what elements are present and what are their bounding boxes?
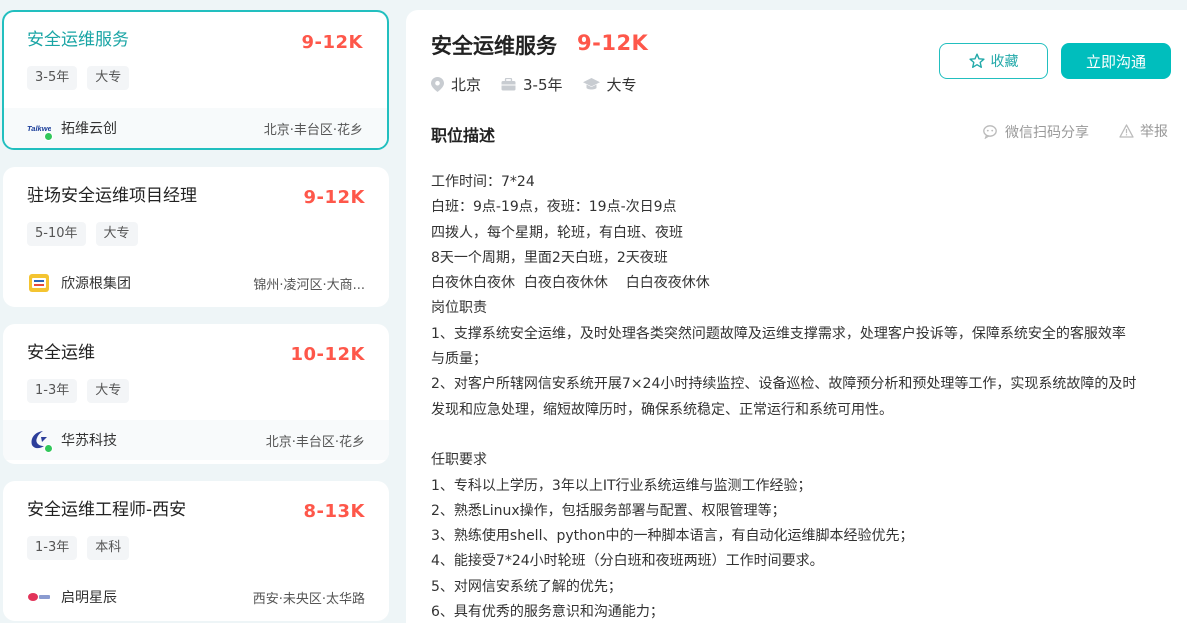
job-tags: 5-10年 大专	[27, 222, 365, 246]
tag-degree: 大专	[87, 379, 130, 403]
description-line: 四拨人，每个星期，轮班，有白班、夜班	[431, 224, 683, 241]
company-row[interactable]: 欣源根集团 锦州·凌河区·大商...	[3, 263, 389, 303]
graduation-cap-icon	[582, 78, 600, 90]
job-list: 安全运维服务 9-12K 3-5年 大专 Talkweb 拓维云创 北京·丰台区…	[0, 0, 394, 623]
description-line: 2、熟悉Linux操作，包括服务部署与配置、权限管理等；	[431, 502, 786, 519]
company-name[interactable]: 启明星辰	[61, 587, 117, 607]
company-name[interactable]: 拓维云创	[61, 118, 117, 138]
company-logo: Talkweb	[27, 117, 53, 141]
job-card-header: 驻场安全运维项目经理 9-12K 5-10年 大专	[3, 167, 389, 263]
tag-degree: 本科	[87, 536, 130, 560]
qiming-logo-icon	[28, 593, 50, 601]
job-card[interactable]: 安全运维服务 9-12K 3-5年 大专 Talkweb 拓维云创 北京·丰台区…	[2, 10, 389, 150]
job-detail-panel: 安全运维服务 9-12K 北京 3-5年 大专 收藏 立即沟通 职位描述 微信扫…	[406, 10, 1187, 623]
job-card-header: 安全运维工程师-西安 8-13K 1-3年 本科	[3, 481, 389, 577]
meta-experience: 3-5年	[501, 74, 563, 95]
job-location: 北京·丰台区·花乡	[265, 434, 365, 450]
job-tags: 3-5年 大专	[27, 66, 363, 90]
job-card-header: 安全运维 10-12K 1-3年 大专	[3, 324, 389, 420]
description-line: 2、对客户所辖网信安系统开展7×24小时持续监控、设备巡检、故障预分析和预处理等…	[431, 376, 1137, 393]
collect-button[interactable]: 收藏	[939, 43, 1048, 79]
company-logo	[27, 272, 51, 294]
meta-degree-text: 大专	[606, 76, 637, 94]
tag-experience: 3-5年	[27, 66, 78, 90]
job-salary: 9-12K	[303, 187, 365, 208]
tag-experience: 1-3年	[27, 536, 78, 560]
tag-degree: 大专	[87, 66, 130, 90]
job-location: 西安·未央区·太华路	[252, 591, 365, 607]
description-line: 6、具有优秀的服务意识和沟通能力；	[431, 604, 664, 621]
meta-city-text: 北京	[451, 76, 482, 94]
job-location: 北京·丰台区·花乡	[263, 122, 363, 138]
location-pin-icon	[431, 77, 444, 92]
company-row[interactable]: 华苏科技 北京·丰台区·花乡	[3, 420, 389, 460]
star-icon	[968, 53, 985, 68]
collect-label: 收藏	[990, 54, 1019, 70]
description-line: 工作时间：7*24	[431, 174, 535, 190]
description-line: 任职要求	[431, 452, 487, 469]
meta-city: 北京	[431, 74, 481, 95]
job-salary: 9-12K	[301, 32, 363, 53]
company-logo	[27, 586, 51, 608]
warning-icon	[1119, 124, 1134, 138]
job-tags: 1-3年 大专	[27, 379, 365, 403]
job-description: 工作时间：7*24 白班：9点-19点，夜班：19点-次日9点 四拨人，每个星期…	[431, 170, 1176, 623]
description-line: 白班：9点-19点，夜班：19点-次日9点	[431, 199, 677, 216]
job-card-header: 安全运维服务 9-12K 3-5年 大专	[4, 12, 387, 108]
report-link[interactable]: 举报	[1119, 121, 1168, 141]
online-status-icon	[44, 444, 53, 453]
tag-experience: 1-3年	[27, 379, 78, 403]
company-row[interactable]: 启明星辰 西安·未央区·太华路	[3, 577, 389, 617]
chat-now-button[interactable]: 立即沟通	[1061, 43, 1171, 79]
tag-experience: 5-10年	[27, 222, 86, 246]
job-card[interactable]: 驻场安全运维项目经理 9-12K 5-10年 大专 欣源根集团 锦州·凌河区·大…	[3, 167, 389, 307]
description-line: 3、熟练使用shell、python中的一种脚本语言，有自动化运维脚本经验优先；	[431, 528, 914, 545]
meta-experience-text: 3-5年	[523, 76, 563, 94]
description-line: 1、专科以上学历，3年以上IT行业系统运维与监测工作经验；	[431, 477, 812, 494]
company-name[interactable]: 欣源根集团	[61, 273, 131, 293]
job-tags: 1-3年 本科	[27, 536, 365, 560]
briefcase-icon	[501, 78, 516, 91]
job-salary: 10-12K	[290, 344, 365, 365]
description-line: 岗位职责	[431, 300, 487, 317]
wechat-icon	[983, 125, 997, 139]
company-logo	[27, 429, 53, 453]
meta-degree: 大专	[582, 74, 637, 95]
job-card[interactable]: 安全运维工程师-西安 8-13K 1-3年 本科 启明星辰 西安·未央区·太华路	[3, 481, 389, 621]
detail-salary: 9-12K	[577, 31, 649, 55]
description-line: 1、支撑系统安全运维，及时处理各类突然问题故障及运维支撑需求，处理客户投诉等，保…	[431, 325, 1126, 342]
description-line	[431, 423, 1176, 448]
job-card[interactable]: 安全运维 10-12K 1-3年 大专 华苏科技 北京·丰台区·花乡	[3, 324, 389, 464]
detail-title: 安全运维服务	[431, 34, 557, 58]
section-title: 职位描述	[431, 126, 496, 145]
description-line: 白夜休白夜休 白夜白夜休休 白白夜夜休休	[431, 275, 710, 292]
job-location: 锦州·凌河区·大商...	[253, 277, 365, 293]
description-line: 与质量；	[431, 351, 487, 368]
company-row[interactable]: Talkweb 拓维云创 北京·丰台区·花乡	[4, 108, 387, 148]
description-line: 8天一个周期，里面2天白班，2天夜班	[431, 249, 668, 266]
xinyuangen-logo-icon	[29, 274, 49, 292]
share-label: 微信扫码分享	[1005, 125, 1089, 141]
description-line: 5、对网信安系统了解的优先；	[431, 578, 622, 595]
tag-degree: 大专	[95, 222, 138, 246]
detail-meta: 北京 3-5年 大专	[431, 74, 637, 95]
company-name[interactable]: 华苏科技	[61, 430, 117, 450]
report-label: 举报	[1140, 124, 1168, 140]
description-line: 发现和应急处理，缩短故障历时，确保系统稳定、正常运行和系统可用性。	[431, 401, 893, 418]
wechat-share-link[interactable]: 微信扫码分享	[983, 122, 1089, 142]
description-line: 4、能接受7*24小时轮班（分白班和夜班两班）工作时间要求。	[431, 553, 824, 570]
job-salary: 8-13K	[303, 501, 365, 522]
online-status-icon	[44, 132, 53, 141]
